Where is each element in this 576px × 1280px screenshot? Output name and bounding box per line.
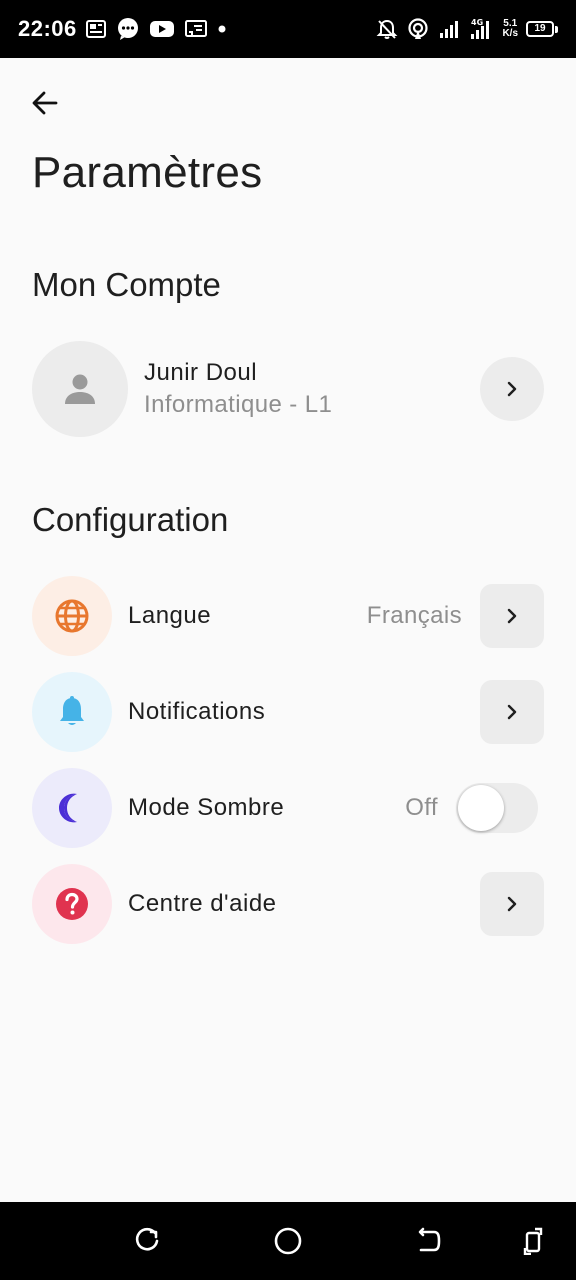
hotspot-icon [406,17,430,41]
notification-icons [85,17,227,41]
chevron-right-icon [507,608,517,624]
rotate-button[interactable] [515,1222,553,1260]
bell-icon [60,696,84,725]
dot-icon [217,24,227,34]
setting-row-language[interactable]: Langue Français [32,576,544,656]
home-icon [274,1227,302,1255]
dark-mode-label: Mode Sombre [128,794,285,821]
signal-4g-icon: 4G [468,17,494,41]
dark-mode-value: Off [405,794,438,821]
account-section-title: Mon Compte [32,266,221,303]
rotate-icon [523,1227,543,1255]
dark-mode-icon-circle [32,768,112,848]
help-icon-circle [32,864,112,944]
account-row[interactable]: Junir Doul Informatique - L1 [32,340,544,438]
notifications-label: Notifications [128,698,266,725]
youtube-icon [149,19,175,39]
back-icon [418,1227,441,1252]
globe-icon [55,599,89,633]
system-icons: 4G 5.1 K/s 19 [376,17,558,41]
language-label: Langue [128,602,212,629]
help-icon [56,888,88,920]
system-back-button[interactable] [409,1222,447,1260]
setting-row-notifications[interactable]: Notifications [32,672,544,752]
moon-icon [59,793,77,823]
account-subtitle: Informatique - L1 [144,391,333,418]
recents-icon [135,1227,159,1251]
chevron-right-icon [507,896,517,912]
message-icon [116,17,140,41]
recents-button[interactable] [128,1222,166,1260]
setting-row-dark-mode[interactable]: Mode Sombre Off [32,768,544,848]
net-speed: 5.1 K/s [502,19,518,39]
battery-level: 19 [526,21,554,37]
status-bar: 22:06 4G 5.1 K/s 19 [0,0,576,58]
status-time: 22:06 [18,16,77,41]
net-speed-unit: K/s [502,28,518,39]
bell-off-icon [376,18,398,40]
battery-icon: 19 [526,21,558,37]
signal-icon [438,18,460,40]
notifications-chevron-button[interactable] [480,680,544,744]
account-chevron-button[interactable] [480,357,544,421]
news-icon [85,18,107,40]
page-title: Paramètres [32,148,263,197]
back-button[interactable] [26,84,64,122]
chevron-right-icon [507,381,517,397]
cast-icon [184,18,208,40]
language-icon-circle [32,576,112,656]
notifications-icon-circle [32,672,112,752]
arrow-left-icon [32,91,58,115]
person-icon [65,374,95,404]
dark-mode-toggle[interactable] [456,783,538,833]
account-name: Junir Doul [144,359,258,386]
chevron-right-icon [507,704,517,720]
toggle-knob [458,785,504,831]
configuration-section-title: Configuration [32,501,229,538]
home-button[interactable] [269,1222,307,1260]
help-center-label: Centre d'aide [128,890,277,917]
help-center-chevron-button[interactable] [480,872,544,936]
language-chevron-button[interactable] [480,584,544,648]
avatar [32,341,128,437]
language-value: Français [366,602,462,629]
setting-row-help-center[interactable]: Centre d'aide [32,864,544,944]
svg-text:4G: 4G [471,18,483,27]
navigation-bar [0,1202,576,1280]
